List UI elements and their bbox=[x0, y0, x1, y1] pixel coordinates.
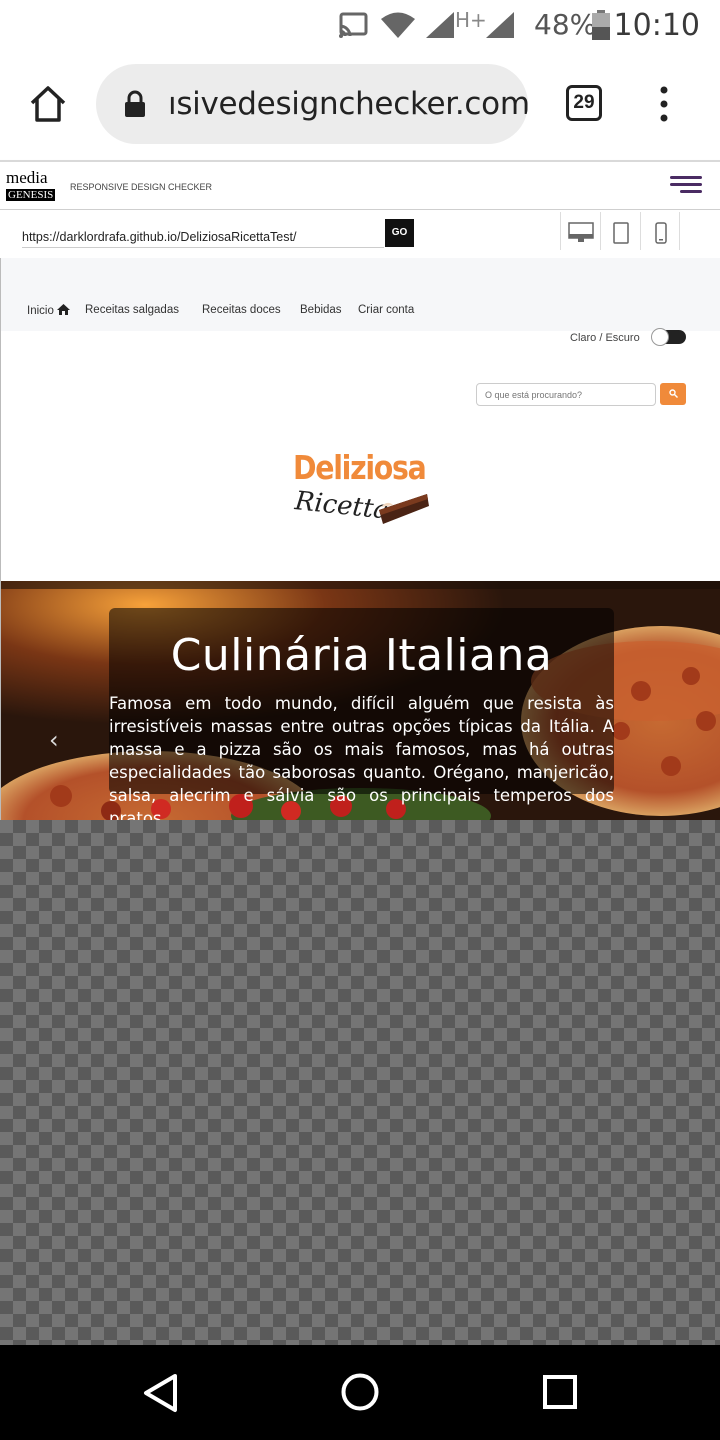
brand-line1: Deliziosa bbox=[293, 448, 427, 487]
address-text: ısivedesigncheck​er.com bbox=[168, 86, 528, 122]
tab-switcher-button[interactable]: 29 bbox=[566, 85, 602, 121]
signal-icon bbox=[426, 12, 454, 38]
site-navbar: Inicio Receitas salgadas Receitas doces … bbox=[1, 258, 720, 331]
theme-label: Claro / Escuro bbox=[570, 332, 640, 344]
home-icon[interactable] bbox=[28, 84, 68, 124]
status-bar: H+ 48% 10:10 bbox=[0, 0, 720, 50]
search-button[interactable] bbox=[660, 383, 686, 405]
media-genesis-logo[interactable]: media GENESIS bbox=[6, 168, 56, 201]
more-vert-icon[interactable] bbox=[656, 86, 672, 122]
theme-toggle[interactable] bbox=[651, 328, 686, 346]
carousel-prev-button[interactable]: ‹ bbox=[49, 726, 59, 754]
desktop-icon bbox=[568, 222, 594, 242]
hero-carousel: ‹ Culinária Italiana Famosa em todo mund… bbox=[1, 581, 720, 820]
browser-toolbar: ısivedesigncheck​er.com 29 bbox=[0, 50, 720, 160]
back-icon[interactable] bbox=[142, 1373, 178, 1413]
search-icon bbox=[669, 389, 678, 398]
address-bar[interactable]: ısivedesigncheck​er.com bbox=[96, 64, 528, 144]
lock-icon bbox=[125, 90, 145, 117]
nav-criar-conta[interactable]: Criar conta bbox=[358, 304, 414, 316]
phone-icon bbox=[655, 222, 667, 244]
logo-line1: media bbox=[6, 168, 48, 187]
brand-line2: Ricetta bbox=[293, 486, 391, 526]
tool-header: media GENESIS RESPONSIVE DESIGN CHECKER bbox=[0, 160, 720, 210]
nav-home[interactable]: Inicio bbox=[27, 304, 71, 317]
deliziosa-ricetta-logo[interactable]: Deliziosa Ricetta bbox=[291, 448, 441, 528]
battery-percent: 48% bbox=[534, 8, 597, 41]
logo-line2: GENESIS bbox=[6, 189, 56, 201]
desktop-view-button[interactable] bbox=[560, 212, 600, 250]
search-input[interactable] bbox=[476, 383, 656, 406]
tablet-view-button[interactable] bbox=[600, 212, 640, 250]
network-type: H+ bbox=[455, 8, 487, 32]
tool-title: RESPONSIVE DESIGN CHECKER bbox=[70, 182, 213, 192]
cake-slice-icon bbox=[379, 494, 429, 524]
battery-icon bbox=[592, 10, 610, 40]
transparent-background-area bbox=[0, 820, 720, 1345]
hero-caption: Culinária Italiana Famosa em todo mundo,… bbox=[109, 608, 614, 820]
hero-title: Culinária Italiana bbox=[170, 630, 553, 681]
url-entry-row: GO bbox=[0, 210, 720, 258]
go-button[interactable]: GO bbox=[385, 219, 414, 247]
home-button-icon[interactable] bbox=[340, 1372, 380, 1412]
nav-receitas-salgadas[interactable]: Receitas salgadas bbox=[85, 304, 179, 316]
hamburger-menu-icon[interactable] bbox=[670, 176, 702, 196]
system-navigation-bar bbox=[0, 1345, 720, 1440]
nav-bebidas[interactable]: Bebidas bbox=[300, 304, 342, 316]
site-preview-frame: Inicio Receitas salgadas Receitas doces … bbox=[0, 258, 720, 820]
nav-home-label: Inicio bbox=[27, 305, 54, 317]
tablet-icon bbox=[613, 222, 629, 244]
clock: 10:10 bbox=[613, 8, 700, 43]
home-small-icon bbox=[57, 304, 71, 315]
recent-apps-icon[interactable] bbox=[542, 1374, 578, 1410]
phone-view-button[interactable] bbox=[640, 212, 680, 250]
hero-description: Famosa em todo mundo, difícil alguém que… bbox=[109, 694, 614, 820]
cast-icon bbox=[339, 12, 368, 38]
test-url-input[interactable] bbox=[22, 220, 384, 248]
signal-icon-2 bbox=[486, 12, 514, 38]
nav-receitas-doces[interactable]: Receitas doces bbox=[202, 304, 281, 316]
wifi-icon bbox=[381, 12, 415, 38]
